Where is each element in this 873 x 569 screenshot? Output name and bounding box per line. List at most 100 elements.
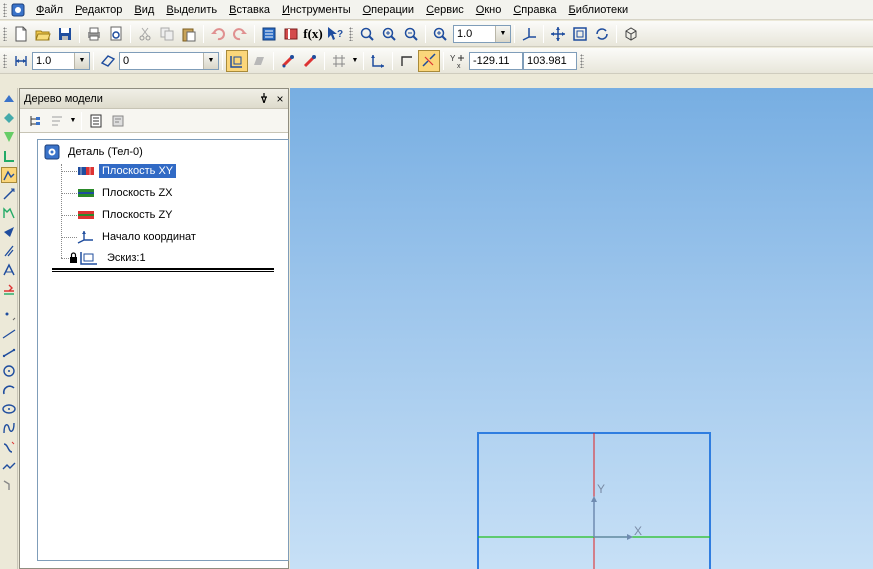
spline-nurbs-icon[interactable] bbox=[1, 420, 17, 436]
rotate-icon[interactable] bbox=[591, 23, 613, 45]
tree-structure-icon[interactable] bbox=[24, 110, 46, 132]
tolerances-panel-icon[interactable] bbox=[1, 281, 17, 297]
spec-panel-icon[interactable] bbox=[1, 224, 17, 240]
tree-item-sketch[interactable]: Эскиз:1 bbox=[69, 248, 149, 268]
zoom-scale-combo[interactable]: 1.0 ▼ bbox=[453, 24, 511, 43]
parametric-mode-icon[interactable] bbox=[226, 49, 248, 72]
coord-x-field[interactable]: -129.11 bbox=[469, 51, 523, 70]
panel-toolbar: ▼ bbox=[20, 109, 288, 133]
tree-item-plane-zy[interactable]: Плоскость ZY bbox=[77, 205, 176, 225]
paste-icon[interactable] bbox=[178, 23, 200, 45]
tree-sort-icon[interactable] bbox=[46, 110, 68, 132]
select-panel-icon[interactable] bbox=[1, 205, 17, 221]
menubar-grip[interactable] bbox=[3, 2, 7, 17]
round-icon[interactable] bbox=[418, 49, 440, 72]
chevron-down-icon[interactable]: ▼ bbox=[68, 110, 78, 132]
menu-help[interactable]: Справка bbox=[507, 0, 562, 20]
menu-window[interactable]: Окно bbox=[470, 0, 508, 20]
zoom-scale-icon[interactable] bbox=[429, 23, 451, 45]
close-icon[interactable]: × bbox=[272, 92, 288, 106]
tree-rollback-bar[interactable] bbox=[52, 268, 274, 272]
open-icon[interactable] bbox=[32, 23, 54, 45]
chevron-down-icon[interactable]: ▼ bbox=[203, 52, 218, 69]
menu-operations[interactable]: Операции bbox=[357, 0, 420, 20]
library-icon[interactable] bbox=[280, 23, 302, 45]
zoom-fit-icon[interactable] bbox=[569, 23, 591, 45]
step-cursor-combo[interactable]: 1.0 ▼ bbox=[32, 51, 90, 70]
coord-y-field[interactable]: 103.981 bbox=[523, 51, 577, 70]
polyline-icon[interactable] bbox=[1, 458, 17, 474]
reports-panel-icon[interactable] bbox=[1, 243, 17, 259]
local-snap-icon[interactable] bbox=[299, 50, 321, 72]
segment-icon[interactable] bbox=[1, 344, 17, 360]
menu-view[interactable]: Вид bbox=[128, 0, 160, 20]
bezier-icon[interactable] bbox=[1, 439, 17, 455]
elements-panel-icon[interactable] bbox=[1, 262, 17, 278]
dimensions-panel-icon[interactable] bbox=[1, 148, 17, 164]
app-part-icon[interactable] bbox=[10, 2, 26, 18]
grid-icon[interactable] bbox=[328, 50, 350, 72]
geometry-panel-icon[interactable] bbox=[1, 91, 17, 107]
toolbar-grip[interactable] bbox=[349, 26, 353, 41]
menu-insert[interactable]: Вставка bbox=[223, 0, 276, 20]
view-mode-icon[interactable] bbox=[620, 23, 642, 45]
menu-tools[interactable]: Инструменты bbox=[276, 0, 357, 20]
variables-icon[interactable]: f(x) bbox=[302, 23, 324, 45]
arc-icon[interactable] bbox=[1, 382, 17, 398]
layer-icon[interactable] bbox=[97, 50, 119, 72]
ortho-icon[interactable] bbox=[396, 50, 418, 72]
geometry-icon[interactable] bbox=[248, 50, 270, 72]
manager-icon[interactable] bbox=[258, 23, 280, 45]
local-cs-icon[interactable] bbox=[367, 50, 389, 72]
parametrization-panel-icon[interactable] bbox=[1, 129, 17, 145]
contour-icon[interactable] bbox=[1, 477, 17, 493]
menu-libraries[interactable]: Библиотеки bbox=[563, 0, 635, 20]
menu-service[interactable]: Сервис bbox=[420, 0, 470, 20]
new-document-icon[interactable] bbox=[10, 23, 32, 45]
point-icon[interactable] bbox=[1, 306, 17, 322]
tree-item-root[interactable]: Деталь (Тел-0) bbox=[44, 142, 146, 162]
toolbar-grip[interactable] bbox=[3, 26, 7, 41]
editing-panel-icon[interactable] bbox=[1, 110, 17, 126]
ellipse-icon[interactable] bbox=[1, 401, 17, 417]
undo-icon[interactable] bbox=[207, 23, 229, 45]
chevron-down-icon[interactable]: ▼ bbox=[495, 25, 510, 42]
chevron-down-icon[interactable]: ▼ bbox=[74, 52, 89, 69]
tree-list-icon[interactable] bbox=[85, 110, 107, 132]
zoom-out-icon[interactable] bbox=[400, 23, 422, 45]
viewport-canvas[interactable] bbox=[290, 88, 873, 569]
auxiliary-line-icon[interactable] bbox=[1, 325, 17, 341]
tree-item-plane-xy[interactable]: Плоскость XY bbox=[77, 161, 177, 181]
origin-icon bbox=[77, 229, 95, 245]
toolbar-grip[interactable] bbox=[580, 53, 584, 68]
pan-icon[interactable] bbox=[547, 23, 569, 45]
help-cursor-icon[interactable]: ? bbox=[324, 23, 346, 45]
save-icon[interactable] bbox=[54, 23, 76, 45]
tree-item-plane-zx[interactable]: Плоскость ZX bbox=[77, 183, 176, 203]
designations-panel-icon[interactable] bbox=[0, 167, 17, 183]
circle-icon[interactable] bbox=[1, 363, 17, 379]
measure-panel-icon[interactable] bbox=[1, 186, 17, 202]
zoom-window-icon[interactable] bbox=[356, 23, 378, 45]
snap-icon[interactable] bbox=[277, 50, 299, 72]
copy-icon[interactable] bbox=[156, 23, 178, 45]
menu-select[interactable]: Выделить bbox=[160, 0, 223, 20]
model-viewport[interactable]: Y X bbox=[290, 88, 873, 569]
model-tree: Деталь (Тел-0) Плоскость XY Плоскость ZX… bbox=[37, 139, 289, 561]
print-icon[interactable] bbox=[83, 23, 105, 45]
redo-icon[interactable] bbox=[229, 23, 251, 45]
tree-properties-icon[interactable] bbox=[107, 110, 129, 132]
step-cursor-icon[interactable] bbox=[10, 50, 32, 72]
menu-editor[interactable]: Редактор bbox=[69, 0, 128, 20]
tree-item-origin[interactable]: Начало координат bbox=[77, 227, 199, 247]
zoom-in-icon[interactable] bbox=[378, 23, 400, 45]
pin-icon[interactable] bbox=[256, 92, 272, 106]
chevron-down-icon[interactable]: ▼ bbox=[350, 50, 360, 72]
menu-file[interactable]: Файл bbox=[30, 0, 69, 20]
point-snap-icon[interactable]: Yx bbox=[447, 50, 469, 72]
cut-icon[interactable] bbox=[134, 23, 156, 45]
layer-combo[interactable]: 0 ▼ bbox=[119, 51, 219, 70]
print-preview-icon[interactable] bbox=[105, 23, 127, 45]
orientation-icon[interactable] bbox=[518, 23, 540, 45]
toolbar-grip[interactable] bbox=[3, 53, 7, 68]
